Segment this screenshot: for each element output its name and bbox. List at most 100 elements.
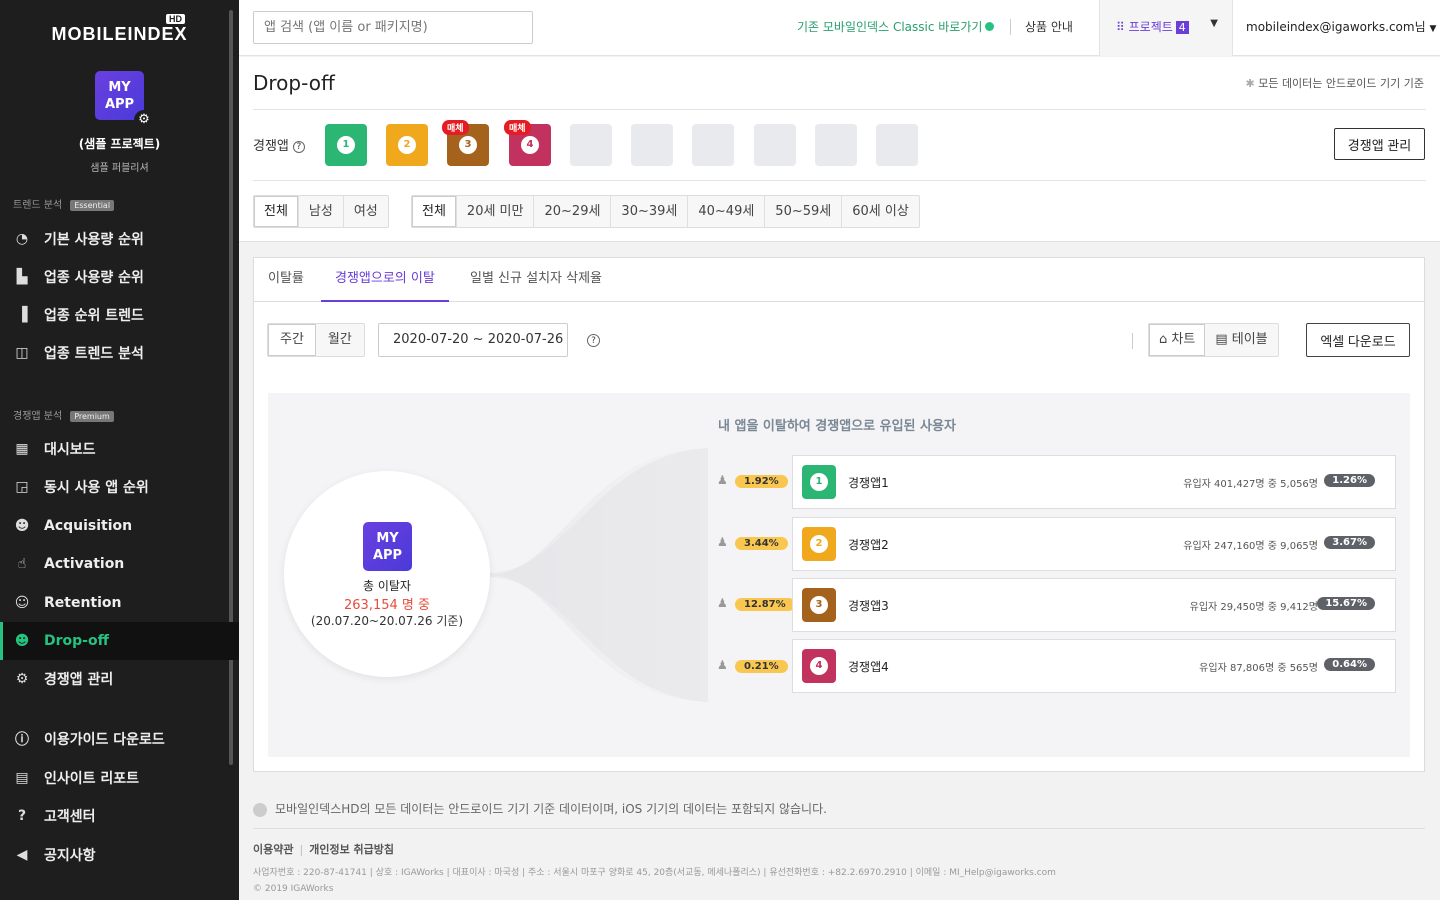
terms-link[interactable]: 이용약관	[253, 843, 293, 856]
overlap-icon: ◲	[15, 479, 29, 495]
megaphone-icon: ◀	[16, 847, 28, 863]
sidebar-item-industry-usage-rank[interactable]: ▙ 업종 사용량 순위	[0, 258, 239, 296]
sidebar-item-notice[interactable]: ◀ 공지사항	[0, 836, 239, 874]
period-monthly[interactable]: 월간	[316, 324, 364, 356]
competitor-row[interactable]: 2 경쟁앱2 유입자 247,160명 중 9,065명 3.67%	[792, 517, 1396, 571]
gender-filter-male[interactable]: 남성	[299, 196, 344, 227]
date-basis: (20.07.20~20.07.26 기준)	[310, 614, 464, 628]
chevron-down-icon: ▼	[1429, 24, 1437, 34]
tab-to-competitor[interactable]: 경쟁앱으로의 이탈	[321, 258, 449, 302]
tab-drop-rate[interactable]: 이탈률	[254, 258, 318, 302]
competitor-slot-4[interactable]: 4 매체	[504, 120, 551, 166]
user-minus-icon: ☻	[14, 633, 30, 649]
help-icon[interactable]: ?	[587, 334, 600, 347]
competitor-name: 경쟁앱1	[848, 476, 889, 490]
sidebar-item-dashboard[interactable]: ▦ 대시보드	[0, 430, 239, 468]
logo[interactable]: MOBILEINDEX HD	[0, 14, 239, 45]
gender-filter-all[interactable]: 전체	[254, 196, 299, 227]
my-app-summary: MY APP 총 이탈자 263,154 명 중 (20.07.20~20.07…	[284, 471, 490, 677]
sidebar-item-industry-rank-trend[interactable]: ▐ 업종 순위 트렌드	[0, 296, 239, 334]
sidebar-item-insight-report[interactable]: ▤ 인사이트 리포트	[0, 759, 239, 797]
sidebar-item-drop-off[interactable]: ☻ Drop-off	[0, 622, 239, 660]
sidebar-item-acquisition[interactable]: ☻ Acquisition	[0, 507, 239, 545]
tab-daily-uninstall[interactable]: 일별 신규 설치자 삭제율	[456, 258, 616, 302]
android-icon: ✱	[1245, 77, 1259, 90]
competitor-icon: 2	[802, 527, 836, 561]
gender-filter: 전체 남성 여성	[253, 195, 389, 228]
footer-note: 모바일인덱스HD의 모든 데이터는 안드로이드 기기 기준 데이터이며, iOS…	[253, 800, 827, 817]
competitor-slot-1[interactable]: 1	[325, 124, 367, 166]
competitor-name: 경쟁앱2	[848, 538, 889, 552]
competitor-row[interactable]: 4 경쟁앱4 유입자 87,806명 중 565명 0.64%	[792, 639, 1396, 693]
sidebar-item-competitor-manage[interactable]: ⚙ 경쟁앱 관리	[0, 660, 239, 698]
privacy-link[interactable]: 개인정보 취급방침	[309, 843, 394, 856]
user-menu[interactable]: mobileindex@igaworks.com님 ▼	[1246, 18, 1436, 35]
age-filter-under20[interactable]: 20세 미만	[457, 196, 535, 227]
top-bar: 기존 모바일인덱스 Classic 바로가기 상품 안내 ⠿ 프로젝트4▼ mo…	[239, 0, 1440, 56]
sidebar-item-guide-download[interactable]: ⓘ 이용가이드 다운로드	[0, 720, 239, 758]
date-range-picker[interactable]: 2020-07-20 ~ 2020-07-26	[378, 323, 568, 357]
sidebar-item-retention[interactable]: ☺ Retention	[0, 584, 239, 622]
competitor-inflow-desc: 유입자 247,160명 중 9,065명	[1183, 541, 1318, 552]
age-filter-40s[interactable]: 40~49세	[688, 196, 766, 227]
competitor-row[interactable]: 1 경쟁앱1 유입자 401,427명 중 5,056명 1.26%	[792, 455, 1396, 509]
competitor-inflow-pct: 1.26%	[1324, 474, 1375, 487]
classic-link[interactable]: 기존 모바일인덱스 Classic 바로가기	[797, 18, 995, 35]
essential-badge: Essential	[70, 199, 115, 211]
sidebar: MOBILEINDEX HD MY APP ⚙ (샘플 프로젝트) 샘플 퍼블리셔…	[0, 0, 239, 900]
age-filter-20s[interactable]: 20~29세	[534, 196, 612, 227]
period-weekly[interactable]: 주간	[268, 324, 316, 356]
sidebar-item-concurrent-apps[interactable]: ◲ 동시 사용 앱 순위	[0, 468, 239, 506]
competitor-slot-3[interactable]: 3 매체	[442, 120, 489, 166]
age-filter-60plus[interactable]: 60세 이상	[842, 196, 919, 227]
sidebar-item-industry-trend-analysis[interactable]: ◫ 업종 트렌드 분석	[0, 334, 239, 372]
flow-left-pct: ♟ 3.44%	[717, 535, 788, 550]
help-icon[interactable]: ?	[292, 140, 305, 153]
competitor-slot-2[interactable]: 2	[386, 124, 428, 166]
age-filter-30s[interactable]: 30~39세	[611, 196, 689, 227]
project-settings-gear-icon[interactable]: ⚙	[134, 110, 154, 130]
media-badge: 매체	[442, 120, 469, 135]
sidebar-item-customer-center[interactable]: ? 고객센터	[0, 797, 239, 835]
user-plus-icon: ☻	[14, 518, 30, 534]
competitor-inflow-pct: 0.64%	[1324, 658, 1375, 671]
table-icon: ▤	[1215, 332, 1232, 347]
excel-download-button[interactable]: 엑셀 다운로드	[1306, 323, 1410, 357]
competitor-slot-empty[interactable]	[570, 124, 612, 166]
gauge-icon: ◔	[15, 231, 29, 247]
competitor-manage-button[interactable]: 경쟁앱 관리	[1334, 128, 1425, 160]
project-menu[interactable]: ⠿ 프로젝트 4 ▼	[1099, 0, 1233, 56]
building-icon: ▙	[16, 269, 28, 285]
age-filter-50s[interactable]: 50~59세	[765, 196, 843, 227]
view-chart-button[interactable]: ⌂ 차트	[1149, 324, 1206, 356]
gender-filter-female[interactable]: 여성	[344, 196, 388, 227]
competitor-slot-empty[interactable]	[876, 124, 918, 166]
competitor-slot-empty[interactable]	[692, 124, 734, 166]
age-filter-all[interactable]: 전체	[412, 196, 457, 227]
grid-icon: ⠿	[1116, 20, 1129, 34]
competitor-slot-empty[interactable]	[815, 124, 857, 166]
competitor-row[interactable]: 3 경쟁앱3 유입자 29,450명 중 9,412명 15.67%	[792, 578, 1396, 632]
flow-left-pct: ♟ 0.21%	[717, 658, 788, 673]
project-name: (샘플 프로젝트)	[78, 137, 161, 151]
divider	[253, 828, 1425, 829]
sidebar-item-basic-usage-rank[interactable]: ◔ 기본 사용량 순위	[0, 220, 239, 258]
view-table-button[interactable]: ▤ 테이블	[1205, 324, 1277, 356]
competitor-name: 경쟁앱4	[848, 660, 889, 674]
competitor-name: 경쟁앱3	[848, 599, 889, 613]
divider	[253, 180, 1426, 181]
flow-title: 내 앱을 이탈하여 경쟁앱으로 유입된 사용자	[718, 419, 956, 434]
page-title: Drop-off	[253, 71, 335, 95]
competitor-slot-empty[interactable]	[754, 124, 796, 166]
product-info-link[interactable]: 상품 안내	[1025, 18, 1073, 35]
competitor-label: 경쟁앱?	[253, 135, 305, 154]
bar-chart-icon: ▐	[16, 307, 28, 323]
logo-hd-badge: HD	[166, 14, 185, 24]
drop-off-flow-chart: MY APP 총 이탈자 263,154 명 중 (20.07.20~20.07…	[268, 393, 1410, 757]
sidebar-item-activation[interactable]: ☝ Activation	[0, 545, 239, 583]
divider	[253, 109, 1426, 110]
flow-left-pct: ♟ 12.87%	[717, 596, 795, 611]
page-header: Drop-off ✱ 모든 데이터는 안드로이드 기기 기준 경쟁앱? 1 2 …	[239, 57, 1440, 242]
app-search-input[interactable]	[253, 11, 533, 44]
competitor-slot-empty[interactable]	[631, 124, 673, 166]
